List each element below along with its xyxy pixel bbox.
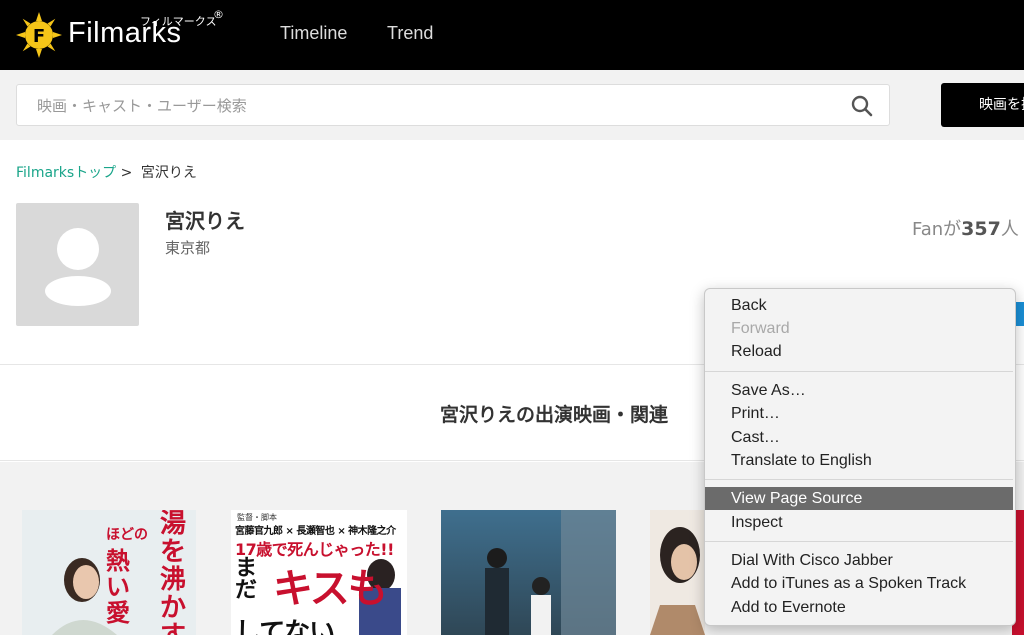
nav-trend[interactable]: Trend	[387, 23, 433, 44]
breadcrumb: Filmarksトップ > 宮沢りえ	[16, 162, 197, 182]
menu-separator	[705, 541, 1013, 542]
avatar	[16, 203, 139, 326]
menu-save-as[interactable]: Save As…	[705, 379, 1013, 402]
menu-forward: Forward	[731, 320, 790, 337]
movie-poster-3[interactable]	[441, 510, 616, 635]
filmarks-sun-logo-icon[interactable]: F	[16, 12, 62, 58]
section-title: 宮沢りえの出演映画・関連	[440, 404, 669, 426]
movie-poster-4[interactable]	[650, 510, 705, 635]
person-location: 東京都	[165, 239, 211, 257]
breadcrumb-current: 宮沢りえ	[140, 165, 197, 181]
poster-2-left-text: まだ	[235, 556, 258, 603]
logo-registered-mark: ®	[213, 8, 224, 21]
poster-1-title-a: 湯を	[160, 510, 187, 567]
fan-count-prefix: Fanが	[912, 219, 962, 240]
search-icon[interactable]	[851, 95, 873, 117]
search-input[interactable]	[35, 85, 839, 127]
poster-1-subtitle: ほどの 熱い 愛	[106, 518, 150, 626]
svg-text:F: F	[33, 26, 45, 47]
menu-view-page-source[interactable]: View Page Source	[705, 487, 1013, 510]
poster-1-title-b: 沸かす	[160, 565, 187, 635]
menu-add-to-evernote[interactable]: Add to Evernote	[705, 596, 1013, 619]
poster-3-art	[441, 510, 616, 635]
fan-count-suffix: 人	[1000, 219, 1019, 240]
fan-count-number: 357	[961, 218, 1001, 240]
nav-timeline[interactable]: Timeline	[280, 23, 347, 44]
poster-1-sub-b: 熱い	[106, 546, 130, 601]
menu-reload[interactable]: Reload	[705, 340, 1013, 363]
poster-1-sub-a: ほどの	[106, 527, 148, 543]
fan-count: Fanが357人	[912, 215, 1019, 241]
poster-1-sub-c: 愛	[106, 598, 130, 627]
poster-2-big-text: キスも	[273, 566, 388, 612]
menu-back[interactable]: Back	[705, 294, 1013, 317]
movie-poster-2[interactable]: 監督・脚本 宮藤官九郎 × 長瀬智也 × 神木隆之介 17歳で死んじゃった!! …	[231, 510, 407, 635]
poster-2-bottom-text: してない	[235, 618, 335, 635]
menu-inspect[interactable]: Inspect	[705, 511, 1013, 534]
user-silhouette-icon	[45, 228, 111, 306]
browser-context-menu: Back Forward Reload Save As… Print… Cast…	[704, 288, 1016, 626]
search-box	[16, 84, 890, 127]
person-name: 宮沢りえ	[165, 209, 245, 233]
poster-1-title: 湯を沸かす	[160, 510, 190, 635]
breadcrumb-separator: >	[120, 165, 133, 181]
menu-cast[interactable]: Cast…	[705, 426, 1013, 449]
breadcrumb-home-link[interactable]: Filmarksトップ	[16, 165, 116, 181]
menu-translate[interactable]: Translate to English	[705, 449, 1013, 472]
menu-print[interactable]: Print…	[705, 402, 1013, 425]
poster-4-art	[650, 510, 705, 635]
menu-separator	[705, 371, 1013, 372]
menu-separator	[705, 479, 1013, 480]
menu-dial-cisco-jabber[interactable]: Dial With Cisco Jabber	[705, 549, 1013, 572]
logo-kana: フィルマークス	[140, 15, 217, 28]
movie-poster-1[interactable]: 湯を沸かす ほどの 熱い 愛	[22, 510, 196, 635]
search-movies-button[interactable]: 映画を探す	[941, 83, 1024, 127]
menu-add-to-itunes[interactable]: Add to iTunes as a Spoken Track	[705, 572, 1013, 595]
